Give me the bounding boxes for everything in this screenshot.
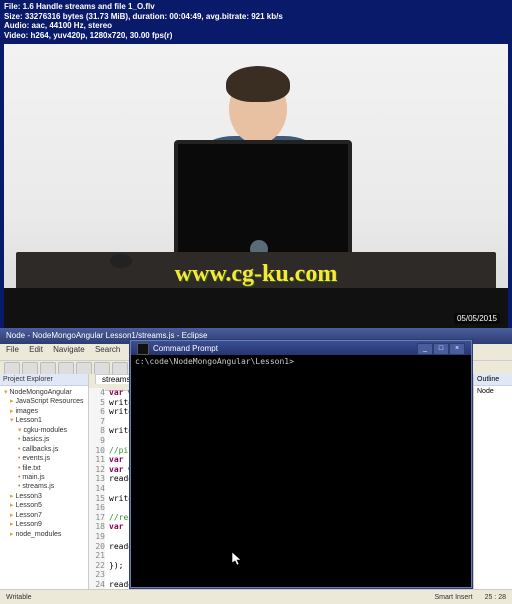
tree-node[interactable]: events.js bbox=[2, 454, 86, 463]
player-window: File: 1.6 Handle streams and file 1_O.fl… bbox=[0, 0, 512, 604]
minimize-button[interactable]: _ bbox=[417, 343, 433, 355]
outline-pane[interactable]: Outline Node bbox=[473, 374, 512, 590]
tree-node[interactable]: Lesson5 bbox=[2, 501, 86, 510]
video-frame[interactable]: www.cg-ku.com 05/05/2015 bbox=[4, 44, 508, 328]
tree-node[interactable]: JavaScript Resources bbox=[2, 397, 86, 406]
status-insert-mode: Smart Insert bbox=[434, 594, 472, 601]
tree-node[interactable]: callbacks.js bbox=[2, 445, 86, 454]
tree-node[interactable]: NodeMongoAngular bbox=[2, 388, 86, 397]
menu-edit[interactable]: Edit bbox=[29, 345, 43, 354]
ide-title-text: Node - NodeMongoAngular Lesson1/streams.… bbox=[6, 331, 207, 340]
project-explorer[interactable]: Project Explorer NodeMongoAngularJavaScr… bbox=[0, 374, 89, 590]
close-button[interactable]: × bbox=[449, 343, 465, 355]
presenter-hair bbox=[226, 66, 290, 102]
menu-file[interactable]: File bbox=[6, 345, 19, 354]
outline-item[interactable]: Node bbox=[474, 386, 512, 397]
tree-node[interactable]: images bbox=[2, 407, 86, 416]
tree-node[interactable]: basics.js bbox=[2, 435, 86, 444]
command-prompt-window[interactable]: Command Prompt _ □ × c:\code\NodeMongoAn… bbox=[130, 340, 472, 588]
cmd-title-text: Command Prompt bbox=[153, 342, 218, 356]
maximize-button[interactable]: □ bbox=[433, 343, 449, 355]
tree-node[interactable]: main.js bbox=[2, 473, 86, 482]
tree-node[interactable]: Lesson7 bbox=[2, 511, 86, 520]
file-info-line: Size: 33276316 bytes (31.73 MiB), durati… bbox=[4, 12, 283, 21]
tree-node[interactable]: Lesson1 bbox=[2, 416, 86, 425]
ide-statusbar: Writable Smart Insert 25 : 28 bbox=[0, 589, 512, 604]
mouse-cursor-icon bbox=[232, 552, 242, 566]
tree-node[interactable]: file.txt bbox=[2, 464, 86, 473]
menu-navigate[interactable]: Navigate bbox=[53, 345, 85, 354]
floor bbox=[4, 288, 508, 328]
outline-title: Outline bbox=[474, 374, 512, 386]
file-info-line: Video: h264, yuv420p, 1280x720, 30.00 fp… bbox=[4, 31, 172, 40]
tree-node[interactable]: node_modules bbox=[2, 530, 86, 539]
explorer-title: Project Explorer bbox=[0, 374, 88, 386]
project-tree[interactable]: NodeMongoAngularJavaScript Resourcesimag… bbox=[0, 386, 88, 541]
cmd-body[interactable]: c:\code\NodeMongoAngular\Lesson1> bbox=[131, 355, 471, 587]
file-info-line: File: 1.6 Handle streams and file 1_O.fl… bbox=[4, 2, 155, 11]
tree-node[interactable]: Lesson3 bbox=[2, 492, 86, 501]
file-info-line: Audio: aac, 44100 Hz, stereo bbox=[4, 21, 112, 30]
tree-node[interactable]: cgku-modules bbox=[2, 426, 86, 435]
tree-node[interactable]: streams.js bbox=[2, 482, 86, 491]
cmd-icon bbox=[137, 343, 149, 355]
clock-overlay: 05/05/2015 bbox=[454, 313, 500, 324]
menu-search[interactable]: Search bbox=[95, 345, 120, 354]
status-writable: Writable bbox=[6, 594, 32, 601]
cmd-prompt: c:\code\NodeMongoAngular\Lesson1> bbox=[135, 357, 294, 366]
file-info-overlay: File: 1.6 Handle streams and file 1_O.fl… bbox=[4, 2, 283, 40]
status-cursor-pos: 25 : 28 bbox=[485, 594, 506, 601]
watermark-text: www.cg-ku.com bbox=[4, 261, 508, 288]
tree-node[interactable]: Lesson9 bbox=[2, 520, 86, 529]
